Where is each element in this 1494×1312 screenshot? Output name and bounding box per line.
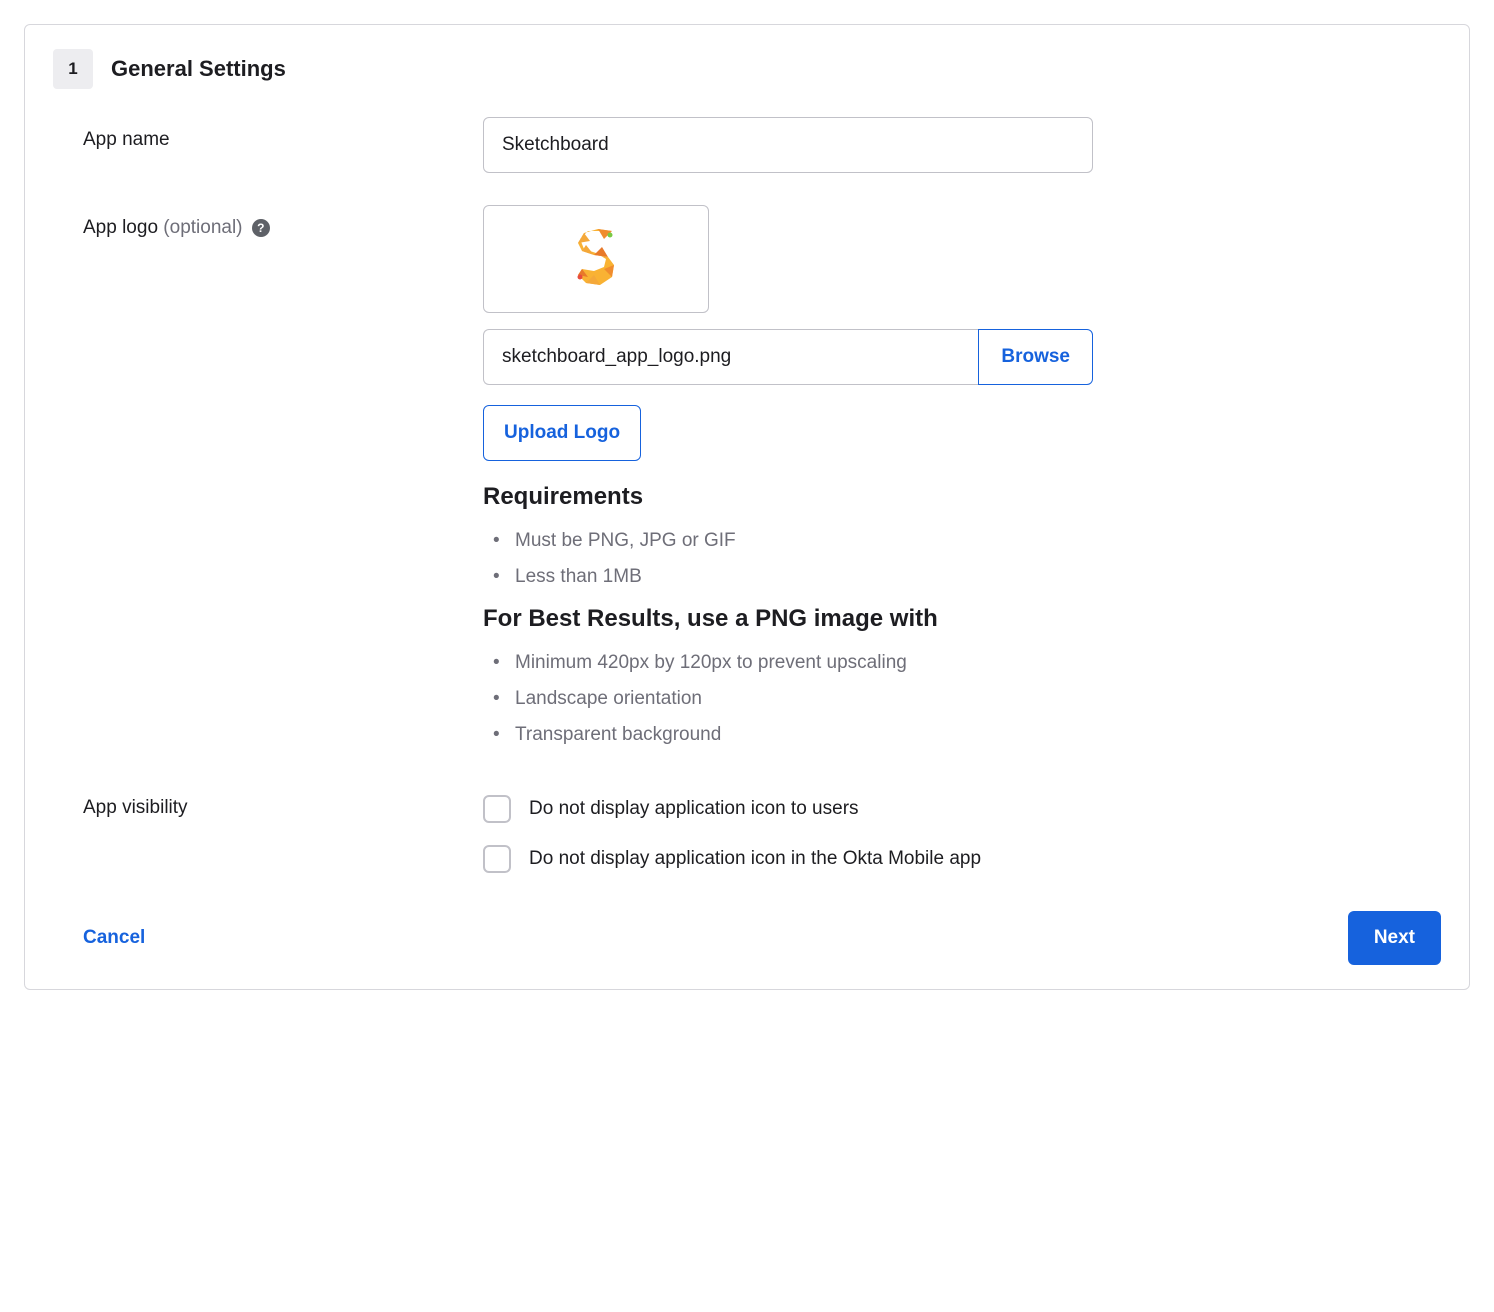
visibility-option-2-row: Do not display application icon in the O…	[483, 845, 1441, 873]
browse-button[interactable]: Browse	[978, 329, 1093, 385]
step-number-badge: 1	[53, 49, 93, 89]
best-results-heading: For Best Results, use a PNG image with	[483, 605, 1441, 633]
panel-footer: Cancel Next	[53, 911, 1441, 965]
app-name-row: App name	[53, 117, 1441, 173]
best-result-item: Transparent background	[483, 717, 1441, 753]
best-results-list: Minimum 420px by 120px to prevent upscal…	[483, 645, 1441, 753]
requirements-list: Must be PNG, JPG or GIF Less than 1MB	[483, 523, 1441, 595]
panel-header: 1 General Settings	[53, 49, 1441, 89]
visibility-label-users: Do not display application icon to users	[529, 798, 859, 820]
visibility-option-1-row: Do not display application icon to users	[483, 795, 1441, 823]
help-icon[interactable]: ?	[252, 219, 270, 237]
requirements-heading: Requirements	[483, 483, 1441, 511]
app-name-label: App name	[83, 117, 483, 151]
requirement-item: Less than 1MB	[483, 559, 1441, 595]
app-visibility-row: App visibility Do not display applicatio…	[53, 795, 1441, 895]
app-logo-label: App logo	[83, 217, 163, 238]
next-button[interactable]: Next	[1348, 911, 1441, 965]
panel-title: General Settings	[111, 56, 286, 82]
best-result-item: Minimum 420px by 120px to prevent upscal…	[483, 645, 1441, 681]
visibility-label-mobile: Do not display application icon in the O…	[529, 848, 981, 870]
app-logo-optional: (optional)	[163, 217, 242, 238]
app-logo-label-col: App logo (optional) ?	[83, 205, 483, 239]
visibility-checkbox-users[interactable]	[483, 795, 511, 823]
logo-filename-input[interactable]	[483, 329, 978, 385]
sketchboard-logo-icon	[568, 227, 624, 291]
general-settings-panel: 1 General Settings App name App logo (op…	[24, 24, 1470, 990]
app-logo-row: App logo (optional) ?	[53, 205, 1441, 763]
app-visibility-label: App visibility	[83, 795, 483, 819]
logo-preview	[483, 205, 709, 313]
best-result-item: Landscape orientation	[483, 681, 1441, 717]
cancel-button[interactable]: Cancel	[83, 927, 145, 949]
file-row: Browse	[483, 329, 1093, 385]
requirement-item: Must be PNG, JPG or GIF	[483, 523, 1441, 559]
upload-logo-button[interactable]: Upload Logo	[483, 405, 641, 461]
app-name-input[interactable]	[483, 117, 1093, 173]
visibility-checkbox-mobile[interactable]	[483, 845, 511, 873]
